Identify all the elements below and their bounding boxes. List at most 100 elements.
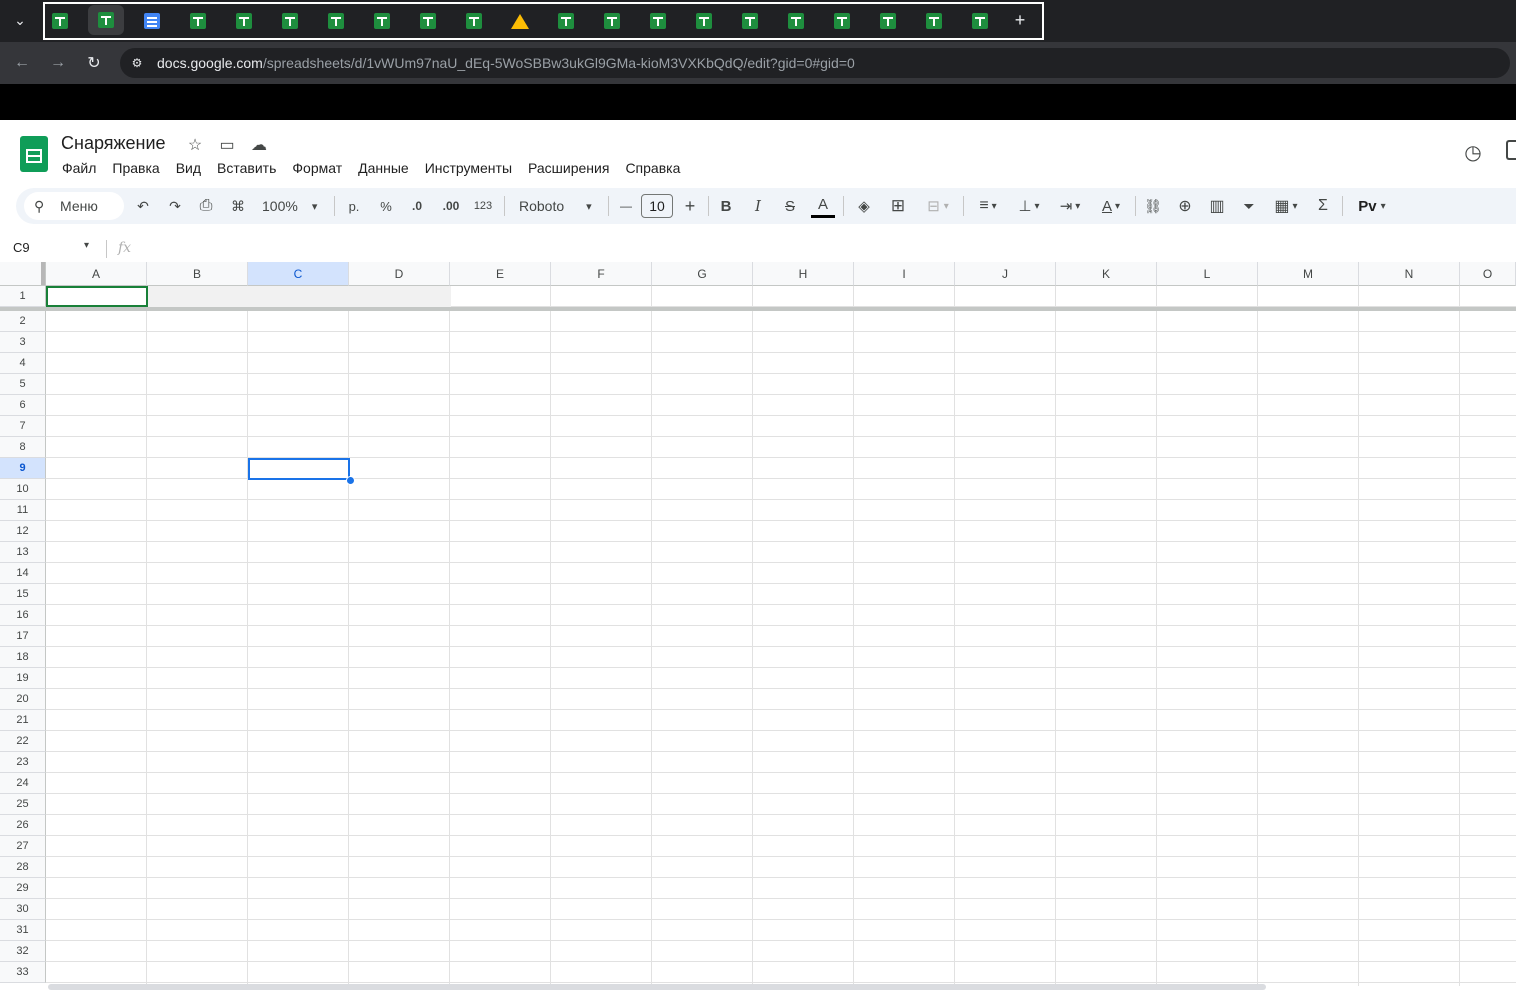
bold-button[interactable]: B bbox=[715, 193, 737, 219]
merge-cells-icon[interactable]: ⊟ ▾ bbox=[918, 193, 958, 219]
row-header[interactable]: 32 bbox=[0, 941, 46, 962]
browser-tab[interactable] bbox=[554, 9, 578, 33]
vertical-align-icon[interactable]: ⊥ ▾ bbox=[1011, 193, 1047, 219]
column-header[interactable]: B bbox=[147, 262, 248, 286]
browser-tab[interactable] bbox=[140, 9, 164, 33]
decrease-decimal-button[interactable]: .0 bbox=[404, 193, 430, 219]
freeze-row-divider[interactable] bbox=[0, 307, 1516, 311]
paint-format-icon[interactable]: ⌘ bbox=[227, 193, 249, 219]
row-header[interactable]: 4 bbox=[0, 353, 46, 374]
row-header[interactable]: 22 bbox=[0, 731, 46, 752]
browser-tab[interactable] bbox=[462, 9, 486, 33]
column-header[interactable]: I bbox=[854, 262, 955, 286]
cloud-status-icon[interactable]: ☁ bbox=[248, 134, 270, 156]
star-icon[interactable]: ☆ bbox=[184, 134, 206, 156]
menu-item[interactable]: Расширения bbox=[520, 156, 617, 180]
row-header[interactable]: 16 bbox=[0, 605, 46, 626]
row-header[interactable]: 24 bbox=[0, 773, 46, 794]
browser-tab[interactable] bbox=[922, 9, 946, 33]
sheets-logo-icon[interactable] bbox=[20, 136, 48, 172]
browser-tab[interactable] bbox=[784, 9, 808, 33]
row-header[interactable]: 6 bbox=[0, 395, 46, 416]
menu-item[interactable]: Вставить bbox=[209, 156, 284, 180]
active-cell-c9[interactable] bbox=[248, 458, 350, 480]
browser-tab[interactable] bbox=[186, 9, 210, 33]
cell-grid[interactable] bbox=[46, 286, 1516, 986]
browser-tab[interactable] bbox=[646, 9, 670, 33]
print-icon[interactable]: ⎙ bbox=[195, 193, 217, 219]
comments-icon[interactable] bbox=[1506, 140, 1516, 160]
undo-icon[interactable]: ↶ bbox=[132, 193, 154, 219]
strikethrough-button[interactable]: S bbox=[779, 193, 801, 219]
insert-link-icon[interactable]: ⛓ bbox=[1142, 193, 1164, 219]
row-header[interactable]: 33 bbox=[0, 962, 46, 983]
browser-tab[interactable] bbox=[278, 9, 302, 33]
menu-item[interactable]: Файл bbox=[54, 156, 104, 180]
move-folder-icon[interactable]: ▭ bbox=[216, 134, 238, 156]
font-size-input[interactable]: 10 bbox=[641, 194, 673, 218]
row-header[interactable]: 1 bbox=[0, 286, 46, 307]
decrease-font-size-button[interactable]: — bbox=[616, 193, 636, 219]
column-header[interactable]: E bbox=[450, 262, 551, 286]
increase-font-size-button[interactable]: + bbox=[680, 193, 700, 219]
back-arrow-icon[interactable]: ← bbox=[10, 51, 34, 75]
name-box[interactable]: C9 bbox=[13, 240, 30, 255]
column-header[interactable]: K bbox=[1056, 262, 1157, 286]
browser-tab[interactable] bbox=[324, 9, 348, 33]
browser-tab[interactable] bbox=[738, 9, 762, 33]
currency-format-button[interactable]: р. bbox=[342, 193, 366, 219]
row-header[interactable]: 12 bbox=[0, 521, 46, 542]
row-header[interactable]: 2 bbox=[0, 311, 46, 332]
text-rotation-icon[interactable]: A ▾ bbox=[1093, 193, 1129, 219]
column-header[interactable]: C bbox=[248, 262, 349, 286]
row-header[interactable]: 31 bbox=[0, 920, 46, 941]
column-header[interactable]: O bbox=[1460, 262, 1516, 286]
redo-icon[interactable]: ↷ bbox=[164, 193, 186, 219]
menu-item[interactable]: Данные bbox=[350, 156, 417, 180]
row-header[interactable]: 17 bbox=[0, 626, 46, 647]
horizontal-scrollbar[interactable] bbox=[48, 984, 1266, 990]
horizontal-align-icon[interactable]: ≡ ▾ bbox=[970, 193, 1006, 219]
browser-tab[interactable] bbox=[48, 9, 72, 33]
row-header[interactable]: 11 bbox=[0, 500, 46, 521]
column-header[interactable]: M bbox=[1258, 262, 1359, 286]
row-header[interactable]: 15 bbox=[0, 584, 46, 605]
increase-decimal-button[interactable]: .00 bbox=[437, 193, 465, 219]
row-header[interactable]: 29 bbox=[0, 878, 46, 899]
row-header[interactable]: 10 bbox=[0, 479, 46, 500]
filter-icon[interactable]: ⏷ bbox=[1238, 193, 1260, 219]
menu-search-input[interactable]: ⚲ Меню bbox=[24, 192, 124, 220]
row-header[interactable]: 19 bbox=[0, 668, 46, 689]
row-header[interactable]: 26 bbox=[0, 815, 46, 836]
new-tab-button[interactable]: + bbox=[1010, 8, 1030, 32]
select-all-corner[interactable] bbox=[0, 262, 46, 286]
text-wrap-icon[interactable]: ⇥ ▾ bbox=[1052, 193, 1088, 219]
url-text[interactable]: docs.google.com/spreadsheets/d/1vWUm97na… bbox=[157, 55, 855, 71]
version-history-icon[interactable]: ◷ bbox=[1460, 139, 1486, 165]
insert-comment-icon[interactable]: ⊕ bbox=[1174, 193, 1196, 219]
row-header[interactable]: 30 bbox=[0, 899, 46, 920]
fill-handle[interactable] bbox=[346, 476, 355, 485]
site-info-icon[interactable]: ⚙ bbox=[128, 54, 146, 72]
browser-tab[interactable] bbox=[830, 9, 854, 33]
browser-tab[interactable] bbox=[876, 9, 900, 33]
column-header[interactable]: H bbox=[753, 262, 854, 286]
functions-icon[interactable]: Σ bbox=[1312, 193, 1334, 219]
row-header[interactable]: 7 bbox=[0, 416, 46, 437]
input-tools-button[interactable]: Pv ▾ bbox=[1352, 193, 1392, 219]
tab-search-chevron-icon[interactable]: ⌄ bbox=[8, 8, 32, 32]
number-format-button[interactable]: 123 bbox=[470, 193, 496, 219]
column-header[interactable]: A bbox=[46, 262, 147, 286]
zoom-select[interactable]: 100% ▾ bbox=[258, 193, 326, 219]
menu-item[interactable]: Справка bbox=[617, 156, 688, 180]
row-header[interactable]: 3 bbox=[0, 332, 46, 353]
column-header[interactable]: F bbox=[551, 262, 652, 286]
menu-item[interactable]: Правка bbox=[104, 156, 167, 180]
browser-tab[interactable] bbox=[232, 9, 256, 33]
row-header[interactable]: 23 bbox=[0, 752, 46, 773]
column-header[interactable]: D bbox=[349, 262, 450, 286]
column-header[interactable]: N bbox=[1359, 262, 1460, 286]
insert-chart-icon[interactable]: ▥ bbox=[1206, 193, 1228, 219]
document-title[interactable]: Снаряжение bbox=[61, 133, 166, 154]
table-icon[interactable]: ▦ ▾ bbox=[1268, 193, 1304, 219]
